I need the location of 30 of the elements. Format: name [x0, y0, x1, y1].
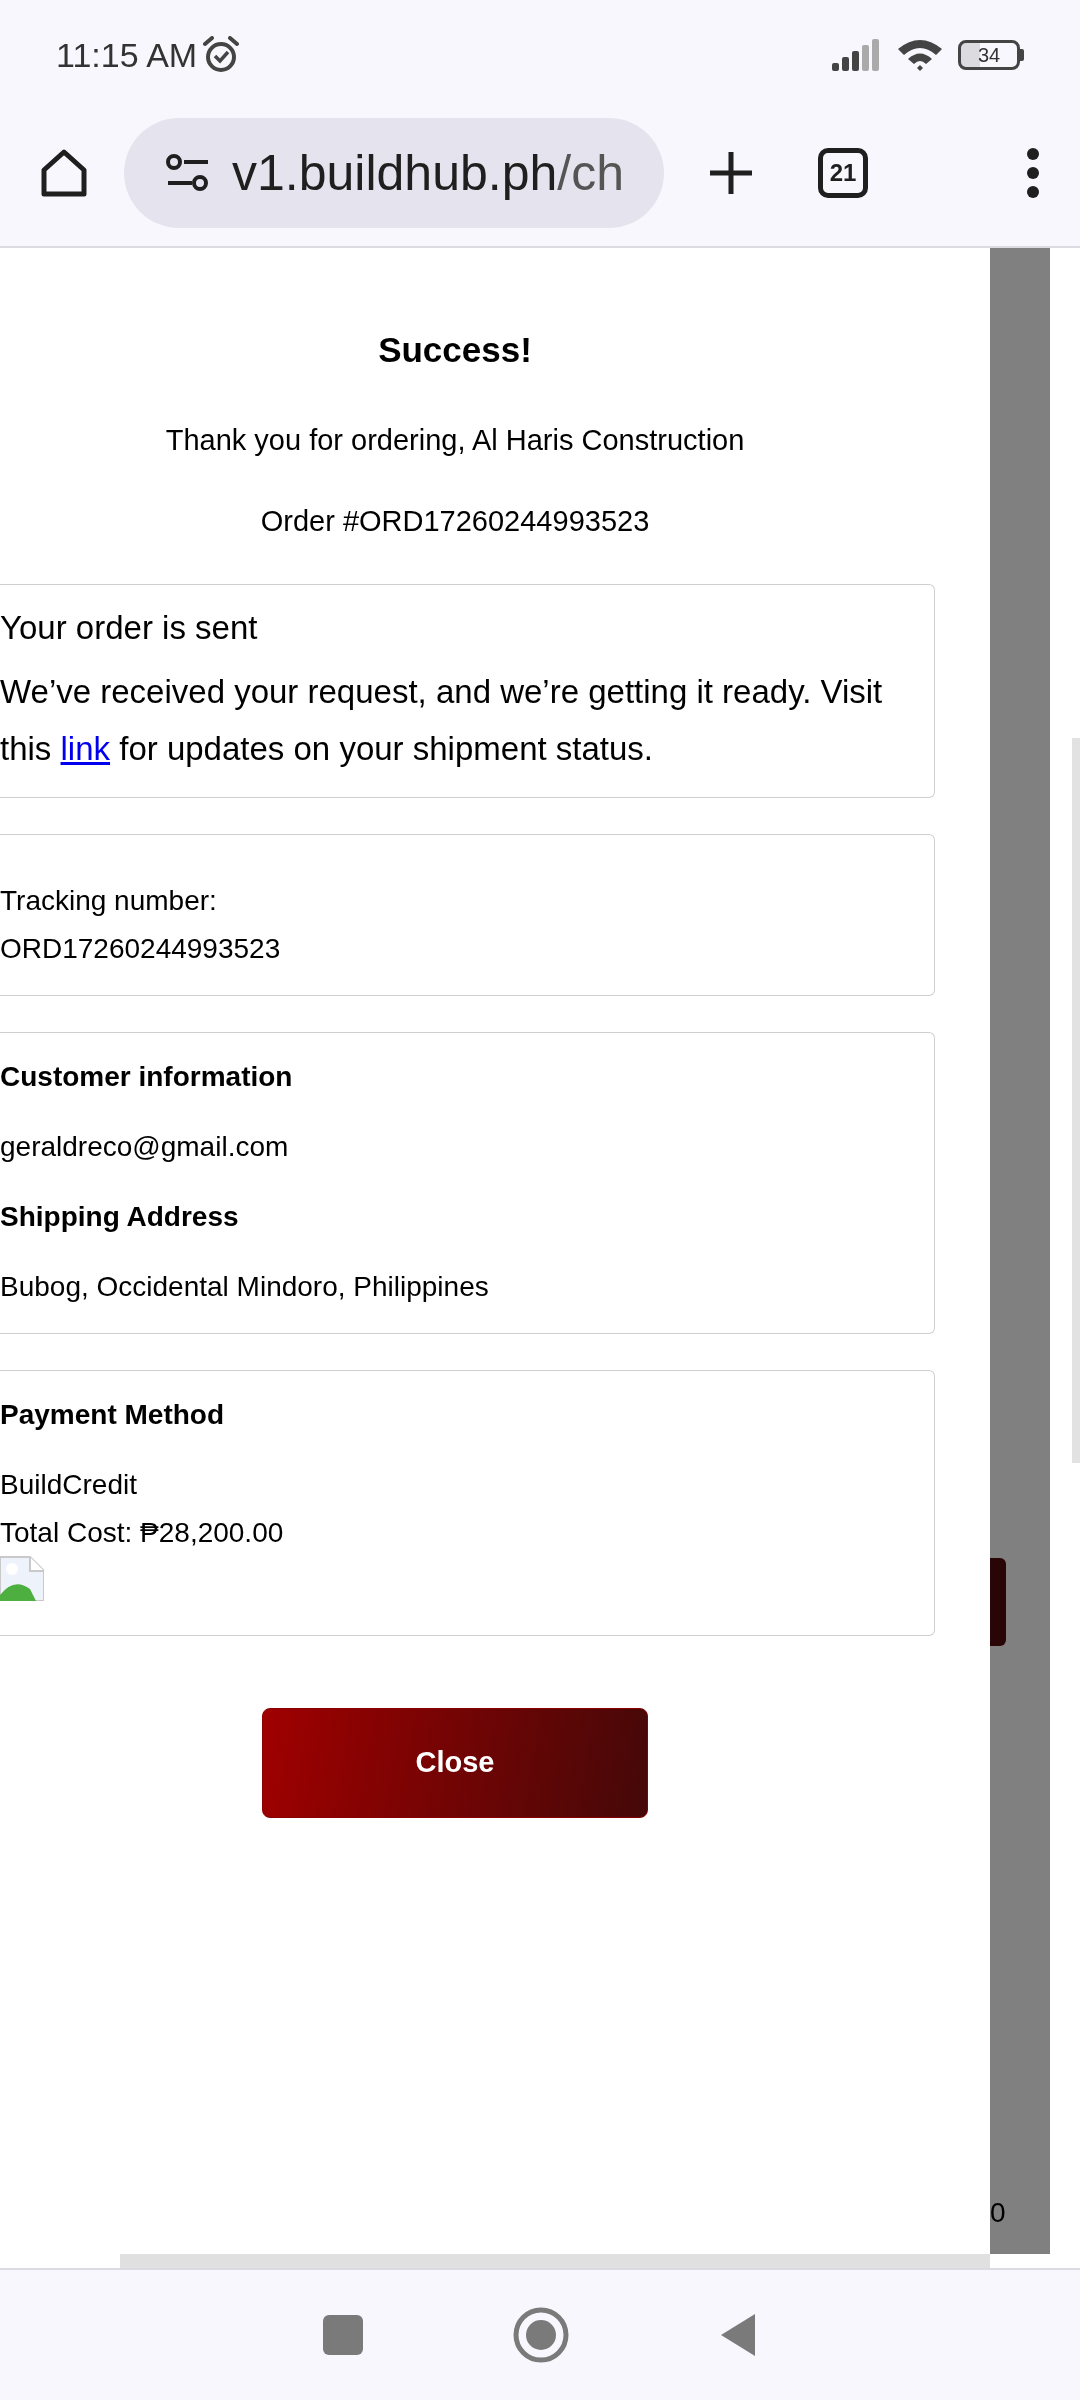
updates-link[interactable]: link: [60, 729, 111, 767]
address-bar[interactable]: v1.buildhub.ph/ch: [124, 118, 664, 228]
section-heading: Payment Method: [0, 1397, 226, 1432]
card-heading: Your order is sent: [0, 607, 259, 648]
modal-title: Success!: [378, 329, 532, 371]
back-button[interactable]: [719, 2312, 757, 2358]
order-message: We’ve received your request, and we’re getting it ready. Visit this link for updates on your shipment status.: [0, 671, 884, 769]
section-heading: Customer information: [0, 1059, 294, 1094]
url-text: v1.buildhub.ph/ch: [232, 143, 624, 203]
tracking-label: Tracking number:: [0, 883, 218, 918]
menu-icon[interactable]: [1026, 147, 1040, 199]
order-number: Order #ORD17260244993523: [260, 504, 650, 539]
section-heading: Shipping Address: [0, 1199, 240, 1234]
battery-level: 34: [977, 45, 1001, 65]
status-time: 11:15 AM: [56, 34, 198, 76]
signal-icon: [832, 39, 882, 71]
tab-count-button[interactable]: 21: [818, 148, 868, 198]
tracking-number: ORD17260244993523: [0, 931, 282, 966]
site-settings-icon[interactable]: [166, 153, 210, 193]
payment-method: BuildCredit: [0, 1467, 138, 1502]
section-value: Bubog, Occidental Mindoro, Philippines: [0, 1269, 490, 1304]
section-value: geraldreco@gmail.com: [0, 1129, 290, 1164]
home-button[interactable]: [513, 2307, 569, 2363]
thank-you-text: Thank you for ordering, Al Haris Construction: [165, 422, 745, 458]
wifi-icon: [896, 37, 944, 73]
new-tab-icon[interactable]: [708, 150, 754, 196]
close-button[interactable]: Close: [262, 1707, 648, 1818]
total-cost: Total Cost: ₱28,200.00: [0, 1515, 285, 1550]
background-text: 0: [990, 2196, 1007, 2230]
alarm-icon: [201, 36, 242, 74]
